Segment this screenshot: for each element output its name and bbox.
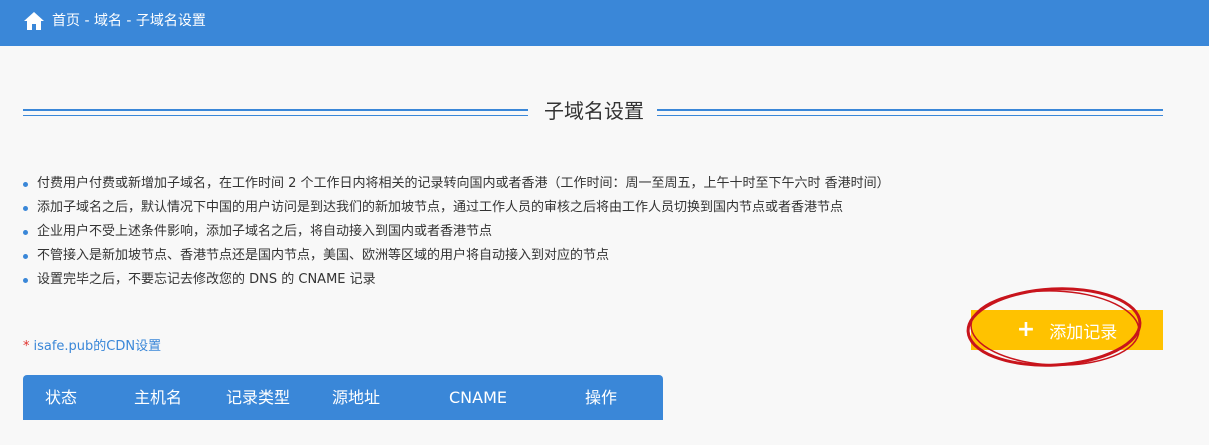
add-record-label: 添加记录 (1049, 322, 1118, 343)
column-header-cname: CNAME (449, 388, 507, 407)
bullet-icon (23, 278, 28, 283)
column-header-hostname: 主机名 (134, 388, 183, 407)
bullet-icon (23, 182, 28, 187)
column-header-status: 状态 (45, 388, 78, 407)
required-star: * (23, 339, 30, 354)
bullet-icon (23, 206, 28, 211)
list-item: 添加子域名之后，默认情况下中国的用户访问是到达我们的新加坡节点，通过工作人员的审… (23, 196, 1023, 220)
column-header-source: 源地址 (332, 388, 381, 407)
list-item: 企业用户不受上述条件影响，添加子域名之后，将自动接入到国内或者香港节点 (23, 220, 1023, 244)
breadcrumb[interactable]: 首页 - 域名 - 子域名设置 (52, 12, 206, 30)
column-header-actions: 操作 (585, 388, 618, 407)
home-icon[interactable] (23, 11, 45, 31)
bullet-icon (23, 254, 28, 259)
list-item: 不管接入是新加坡节点、香港节点还是国内节点，美国、欧洲等区域的用户将自动接入到对… (23, 244, 1023, 268)
add-record-button[interactable]: + 添加记录 (971, 310, 1163, 350)
title-divider-right (657, 109, 1163, 116)
bullet-icon (23, 230, 28, 235)
title-divider-left (23, 109, 528, 116)
records-table-header: 状态 主机名 记录类型 源地址 CNAME 操作 (23, 375, 663, 420)
list-item: 付费用户付费或新增加子域名，在工作时间 2 个工作日内将相关的记录转向国内或者香… (23, 172, 1023, 196)
page-title: 子域名设置 (544, 99, 644, 123)
top-bar: 首页 - 域名 - 子域名设置 (0, 0, 1209, 46)
section-title-bar: 子域名设置 (23, 96, 1163, 130)
list-item: 设置完毕之后，不要忘记去修改您的 DNS 的 CNAME 记录 (23, 268, 1023, 292)
cdn-settings-label: * isafe.pub的CDN设置 (23, 338, 161, 356)
column-header-record-type: 记录类型 (226, 388, 291, 407)
plus-icon: + (1016, 317, 1036, 342)
notice-list: 付费用户付费或新增加子域名，在工作时间 2 个工作日内将相关的记录转向国内或者香… (23, 172, 1023, 292)
cdn-settings-text: isafe.pub的CDN设置 (33, 339, 162, 354)
